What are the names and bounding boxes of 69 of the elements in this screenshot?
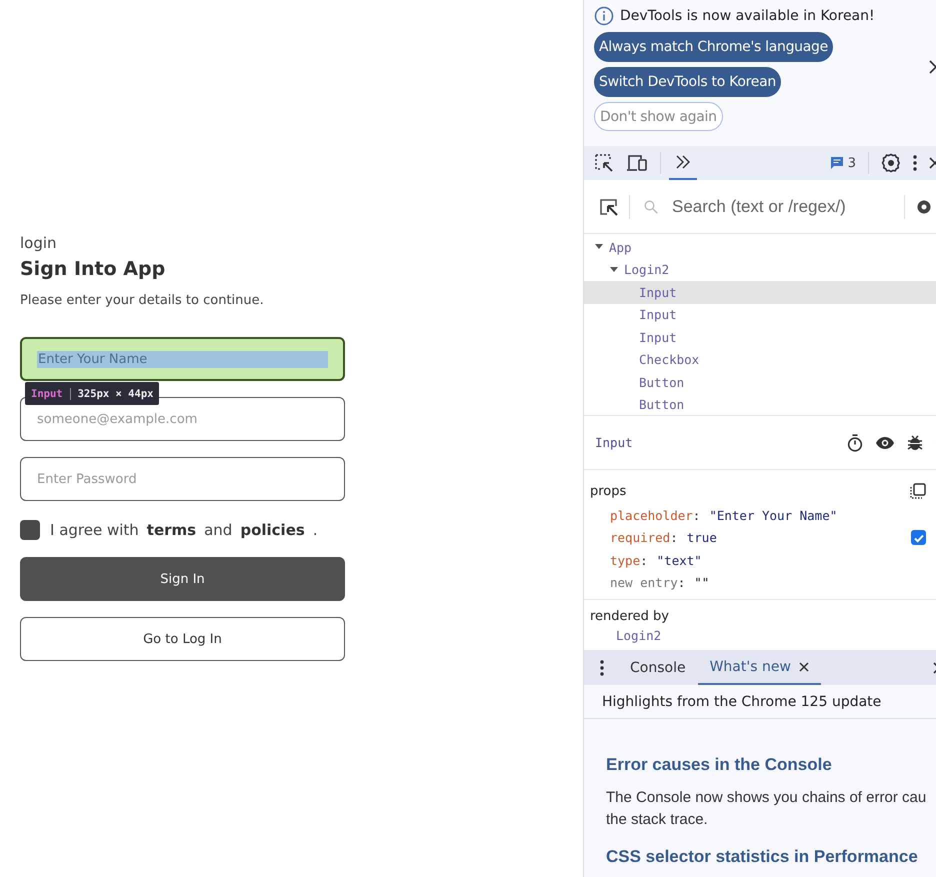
- close-icon[interactable]: [798, 662, 809, 672]
- sign-in-button[interactable]: Sign In: [20, 557, 345, 601]
- agreement-text: .: [312, 521, 318, 539]
- more-icon[interactable]: [913, 155, 917, 171]
- more-icon[interactable]: [600, 660, 604, 676]
- banner-button[interactable]: Always match Chrome's language: [594, 32, 833, 62]
- drawer-tab[interactable]: Console: [618, 650, 698, 685]
- stopwatch-icon[interactable]: [847, 434, 863, 452]
- element-picker-icon[interactable]: [594, 153, 614, 173]
- chevron-right-icon[interactable]: [929, 60, 936, 74]
- banner-message: DevTools is now available in Korean!: [620, 8, 875, 24]
- bug-icon[interactable]: [907, 434, 923, 451]
- agreement-text: and: [204, 521, 232, 539]
- checkbox[interactable]: [20, 520, 40, 540]
- prop-value[interactable]: "Enter Your Name": [709, 508, 838, 523]
- agreement-link[interactable]: policies: [240, 521, 305, 539]
- inspect-icon[interactable]: [599, 196, 619, 216]
- component-name: Input: [595, 435, 633, 450]
- prop-key: type: [610, 552, 640, 568]
- issues-count: 3: [848, 156, 856, 170]
- tree-item[interactable]: Input: [584, 304, 936, 326]
- agreement-text: I agree with: [50, 521, 139, 539]
- device-toolbar-icon[interactable]: [626, 154, 648, 172]
- section-title: props: [590, 484, 626, 498]
- search-icon: [644, 200, 658, 214]
- section-heading: CSS selector statistics in Performance: [606, 847, 919, 867]
- copy-icon[interactable]: [910, 483, 926, 499]
- prop-key[interactable]: new entry: [610, 575, 678, 590]
- banner-button[interactable]: Switch DevTools to Korean: [594, 67, 781, 97]
- close-icon[interactable]: [929, 157, 936, 169]
- owner-link[interactable]: Login2: [616, 628, 931, 643]
- info-icon: [594, 6, 614, 26]
- prop-value[interactable]: "text": [656, 552, 702, 568]
- banner-button[interactable]: Don't show again: [594, 102, 723, 131]
- tree-item[interactable]: Input: [584, 281, 936, 304]
- page-label: login: [20, 234, 58, 254]
- collapse-triangle-icon[interactable]: [594, 243, 604, 252]
- form-subtitle: Please enter your details to continue.: [20, 293, 265, 308]
- tree-item[interactable]: Button: [584, 371, 936, 394]
- tree-item[interactable]: Input: [584, 326, 936, 348]
- input-field[interactable]: Enter Your Name: [20, 337, 345, 381]
- section-heading: Error causes in the Console: [606, 755, 833, 775]
- eye-icon[interactable]: [875, 436, 895, 450]
- colon: :: [670, 530, 678, 546]
- whats-new-header: Highlights from the Chrome 125 update: [584, 685, 936, 719]
- colon: :: [692, 508, 700, 523]
- tree-item[interactable]: Login2: [584, 258, 936, 281]
- agreement-link[interactable]: terms: [146, 521, 196, 539]
- collapse-triangle-icon[interactable]: [609, 266, 619, 274]
- input-field[interactable]: Enter Password: [20, 457, 345, 501]
- message-icon[interactable]: [830, 156, 844, 170]
- form-title: Sign Into App: [20, 258, 166, 282]
- double-chevron-icon: [675, 155, 691, 169]
- prop-value[interactable]: "": [694, 575, 710, 590]
- section-text: The Console now shows you chains of error cau the stack trace.: [606, 788, 928, 830]
- tree-item[interactable]: Checkbox: [584, 348, 936, 371]
- log-in-button[interactable]: Go to Log In: [20, 617, 345, 661]
- checkbox[interactable]: [911, 530, 926, 546]
- tree-item[interactable]: App: [584, 236, 936, 258]
- prop-key: placeholder: [610, 508, 693, 523]
- prop-key: required: [610, 530, 670, 546]
- prop-value[interactable]: true: [686, 530, 717, 546]
- colon: :: [640, 552, 648, 568]
- settings-icon[interactable]: [881, 153, 901, 173]
- inspect-tooltip: Input 325px × 44px: [25, 382, 160, 405]
- section-title: rendered by: [590, 609, 670, 624]
- tree-item[interactable]: Button: [584, 394, 936, 416]
- settings-icon[interactable]: [915, 198, 933, 216]
- colon: :: [678, 575, 686, 590]
